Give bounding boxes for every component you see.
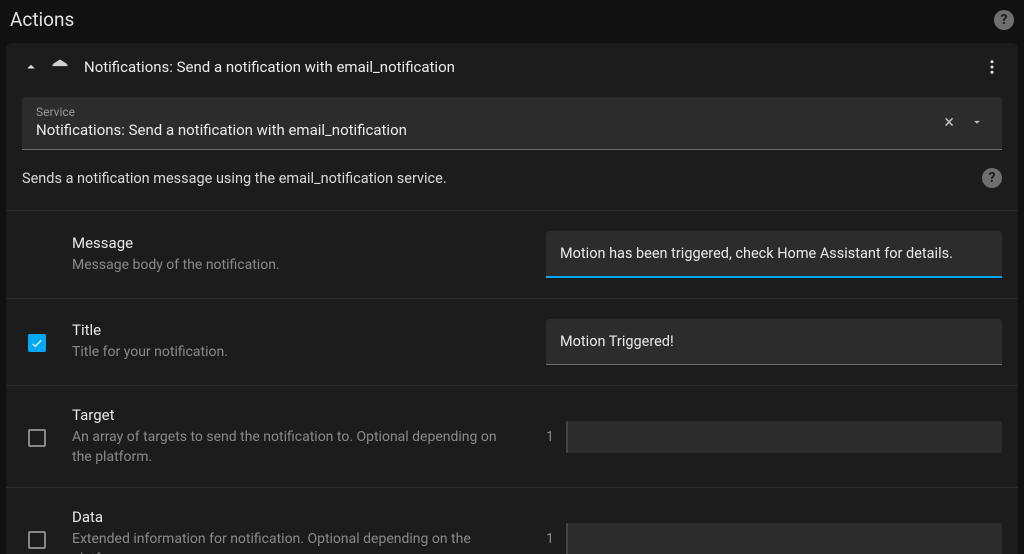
data-list-box[interactable] [566, 523, 1002, 554]
overflow-menu-icon[interactable] [982, 57, 1002, 77]
field-description: Title for your notification. [72, 343, 502, 363]
field-description: Message body of the notification. [72, 256, 502, 276]
help-icon[interactable]: ? [994, 10, 1014, 30]
field-title: Message [72, 234, 502, 252]
field-title: Title [72, 321, 502, 339]
line-number: 1 [546, 523, 556, 554]
service-label: Service [36, 105, 936, 119]
field-title: Target [72, 406, 502, 424]
service-description-row: Sends a notification message using the e… [6, 150, 1018, 210]
service-value: Notifications: Send a notification with … [36, 121, 936, 139]
message-input[interactable] [546, 231, 1002, 278]
field-row-title: Title Title for your notification. [6, 299, 1018, 386]
service-description: Sends a notification message using the e… [22, 170, 982, 187]
target-input[interactable]: 1 [546, 421, 1002, 453]
field-description: An array of targets to send the notifica… [72, 428, 502, 467]
section-header: Actions ? [4, 6, 1020, 43]
target-list-box[interactable] [566, 421, 1002, 453]
chevron-up-icon[interactable] [22, 58, 40, 76]
field-row-data: Data Extended information for notificati… [6, 488, 1018, 554]
service-select[interactable]: Service Notifications: Send a notificati… [22, 97, 1002, 150]
clear-icon[interactable]: × [936, 108, 962, 137]
field-description: Extended information for notification. O… [72, 530, 502, 554]
data-checkbox[interactable] [28, 531, 46, 549]
field-row-target: Target An array of targets to send the n… [6, 386, 1018, 488]
field-row-message: Message Message body of the notification… [6, 211, 1018, 299]
line-number: 1 [546, 421, 556, 453]
field-title: Data [72, 508, 502, 526]
target-checkbox[interactable] [28, 429, 46, 447]
title-checkbox[interactable] [28, 334, 46, 352]
section-title: Actions [10, 8, 74, 31]
action-card: Notifications: Send a notification with … [6, 43, 1018, 554]
card-header: Notifications: Send a notification with … [6, 43, 1018, 91]
card-title: Notifications: Send a notification with … [84, 58, 982, 76]
dropdown-icon[interactable] [962, 111, 988, 133]
data-input[interactable]: 1 [546, 523, 1002, 554]
title-input[interactable] [546, 319, 1002, 365]
notification-icon [50, 58, 70, 76]
help-icon[interactable]: ? [982, 168, 1002, 188]
